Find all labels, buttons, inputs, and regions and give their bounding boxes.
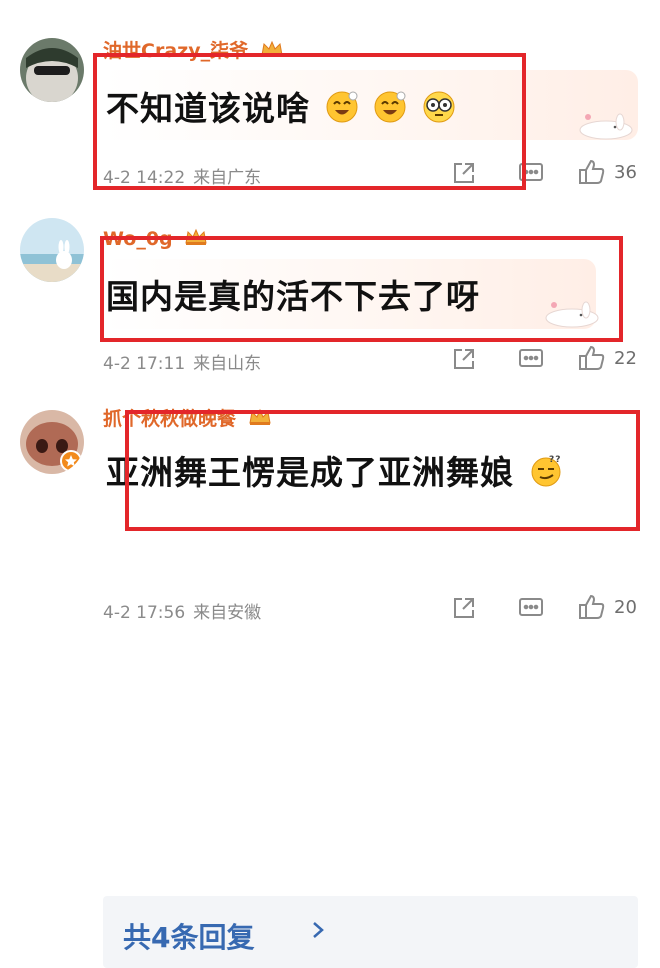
comment-icon[interactable] bbox=[518, 347, 544, 375]
comment-text: 国内是真的活不下去了呀 bbox=[106, 277, 480, 316]
svg-text:??: ?? bbox=[549, 455, 561, 465]
avatar[interactable] bbox=[20, 218, 84, 282]
location: 来自山东 bbox=[193, 354, 262, 374]
share-icon[interactable] bbox=[452, 347, 476, 375]
username[interactable]: 油世Crazy_柒爷 bbox=[103, 36, 283, 63]
comment-meta: 4-2 17:11 来自山东 bbox=[103, 349, 261, 374]
comment-item: 抓个秋秋做晚餐 亚洲舞王愣是成了亚洲舞娘 ?? 共4条回复 4-2 17:56 来… bbox=[0, 390, 660, 968]
username[interactable]: Wo_0g bbox=[103, 228, 207, 251]
like-count: 20 bbox=[614, 597, 637, 618]
share-icon[interactable] bbox=[452, 161, 476, 189]
view-replies-link[interactable]: 共4条回复 bbox=[123, 916, 254, 956]
emoji-icon bbox=[325, 90, 359, 132]
emoji-icon bbox=[373, 90, 407, 132]
comment-text: 亚洲舞王愣是成了亚洲舞娘 ?? bbox=[106, 446, 563, 496]
emoji-icon: ?? bbox=[529, 454, 563, 496]
like-count: 36 bbox=[614, 162, 637, 183]
timestamp: 4-2 17:56 bbox=[103, 603, 186, 623]
emoji-icon bbox=[422, 90, 456, 132]
thumbs-up-icon[interactable] bbox=[578, 344, 606, 376]
bunny-sticker-icon bbox=[542, 298, 600, 332]
comment-icon[interactable] bbox=[518, 161, 544, 189]
location: 来自广东 bbox=[193, 168, 262, 188]
avatar[interactable] bbox=[20, 38, 84, 102]
comment-meta: 4-2 17:56 来自安徽 bbox=[103, 598, 261, 623]
avatar[interactable] bbox=[20, 410, 84, 474]
thumbs-up-icon[interactable] bbox=[578, 158, 606, 190]
replies-panel[interactable]: 共4条回复 bbox=[103, 896, 638, 968]
like-count: 22 bbox=[614, 348, 637, 369]
location: 来自安徽 bbox=[193, 603, 262, 623]
share-icon[interactable] bbox=[452, 596, 476, 624]
comment-text: 不知道该说啥 bbox=[106, 82, 456, 132]
crown-icon bbox=[185, 228, 207, 251]
crown-icon bbox=[249, 408, 271, 431]
comment-item: Wo_0g 国内是真的活不下去了呀 4-2 17:11 来自山东 22 bbox=[0, 195, 660, 390]
crown-icon bbox=[261, 40, 283, 63]
username[interactable]: 抓个秋秋做晚餐 bbox=[103, 404, 271, 431]
comment-icon[interactable] bbox=[518, 596, 544, 624]
chevron-right-icon bbox=[311, 920, 325, 946]
comment-item: 油世Crazy_柒爷 不知道该说啥 4-2 14:22 来自广东 36 bbox=[0, 0, 660, 195]
thumbs-up-icon[interactable] bbox=[578, 593, 606, 625]
timestamp: 4-2 17:11 bbox=[103, 354, 186, 374]
bunny-sticker-icon bbox=[576, 110, 634, 144]
comment-meta: 4-2 14:22 来自广东 bbox=[103, 163, 261, 188]
timestamp: 4-2 14:22 bbox=[103, 168, 186, 188]
